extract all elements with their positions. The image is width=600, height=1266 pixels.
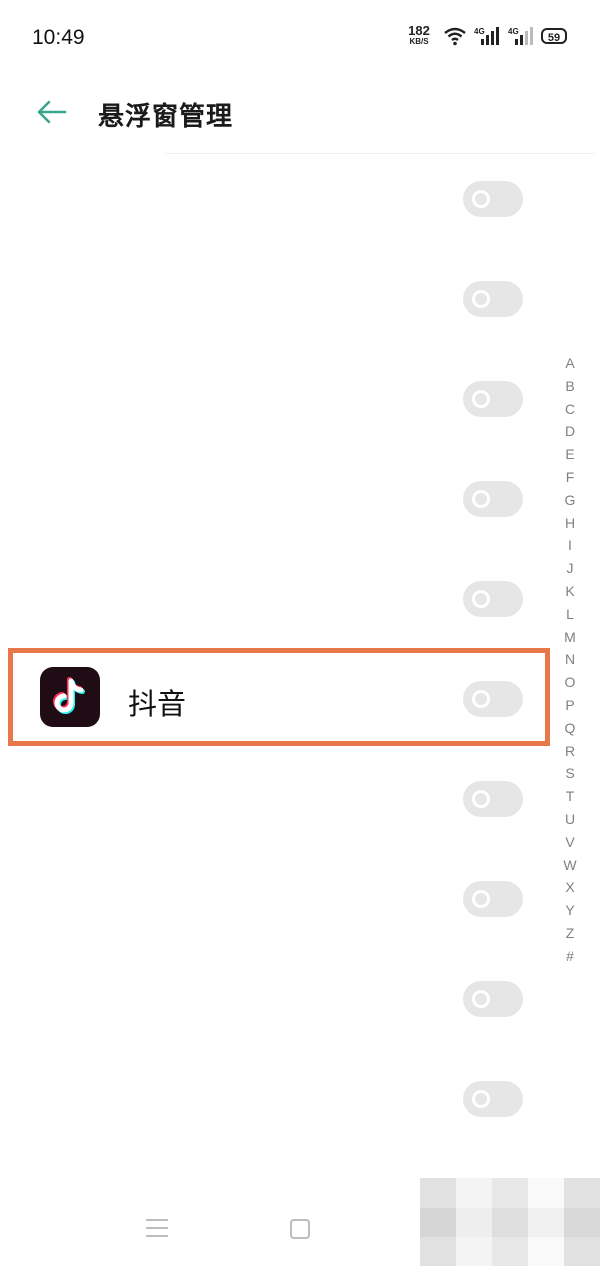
network-speed: 182 KB/S [404,24,434,46]
arrow-left-icon[interactable] [36,98,68,126]
alphabet-index-letter[interactable]: S [559,762,581,785]
alphabet-index-letter[interactable]: K [559,580,581,603]
header: 悬浮窗管理 [0,80,600,144]
alphabet-index-letter[interactable]: N [559,648,581,671]
floating-window-toggle[interactable] [463,881,523,917]
floating-window-toggle[interactable] [463,981,523,1017]
tiktok-icon [40,667,100,727]
alphabet-index-letter[interactable]: B [559,375,581,398]
list-item [0,949,548,1049]
list-item [0,749,548,849]
svg-text:4G: 4G [508,27,519,36]
alphabet-index-letter[interactable]: O [559,671,581,694]
alphabet-index-letter[interactable]: L [559,603,581,626]
floating-window-toggle[interactable] [463,1081,523,1117]
list-item [0,849,548,949]
floating-window-toggle[interactable] [463,281,523,317]
alphabet-index-letter[interactable]: G [559,489,581,512]
menu-icon[interactable] [146,1219,168,1239]
alphabet-index-letter[interactable]: Z [559,922,581,945]
floating-window-toggle[interactable] [463,481,523,517]
alphabet-index-letter[interactable]: J [559,557,581,580]
alphabet-index-letter[interactable]: H [559,512,581,535]
floating-window-toggle-douyin[interactable] [463,681,523,717]
status-bar: 10:49 182 KB/S 4G 4G 59 [0,0,600,72]
alphabet-index-letter[interactable]: P [559,694,581,717]
floating-window-toggle[interactable] [463,781,523,817]
alphabet-index-letter[interactable]: M [559,626,581,649]
floating-window-toggle[interactable] [463,581,523,617]
cell-signal-1-icon: 4G [474,26,500,51]
pixelated-watermark [420,1178,600,1266]
alphabet-index-letter[interactable]: D [559,420,581,443]
alphabet-index-letter[interactable]: X [559,876,581,899]
floating-window-toggle[interactable] [463,181,523,217]
alphabet-index-letter[interactable]: E [559,443,581,466]
cell-signal-2-icon: 4G [508,26,534,51]
network-speed-value: 182 [408,23,430,38]
wifi-icon [444,27,466,46]
home-icon[interactable] [290,1219,310,1239]
network-speed-unit: KB/S [409,37,429,46]
alphabet-index-letter[interactable]: A [559,352,581,375]
alphabet-index-letter[interactable]: V [559,831,581,854]
alphabet-index-letter[interactable]: U [559,808,581,831]
alphabet-index[interactable]: A B C D E F G H I J K L M N O P Q R S T U V W X Y Z # [559,352,581,968]
alphabet-index-letter[interactable]: I [559,534,581,557]
list-item [0,149,548,249]
list-item [0,1049,548,1149]
svg-text:4G: 4G [474,27,485,36]
alphabet-index-letter[interactable]: # [559,945,581,968]
alphabet-index-letter[interactable]: T [559,785,581,808]
alphabet-index-letter[interactable]: F [559,466,581,489]
alphabet-index-letter[interactable]: C [559,398,581,421]
list-item-douyin[interactable]: 抖音 [0,649,548,749]
list-item [0,349,548,449]
page-title: 悬浮窗管理 [98,101,234,131]
alphabet-index-letter[interactable]: W [559,854,581,877]
alphabet-index-letter[interactable]: Y [559,899,581,922]
battery-icon: 59 [541,28,567,44]
list-item [0,549,548,649]
app-label: 抖音 [128,689,187,721]
floating-window-toggle[interactable] [463,381,523,417]
list-item [0,249,548,349]
list-item [0,449,548,549]
status-time: 10:49 [32,26,85,49]
alphabet-index-letter[interactable]: R [559,740,581,763]
alphabet-index-letter[interactable]: Q [559,717,581,740]
